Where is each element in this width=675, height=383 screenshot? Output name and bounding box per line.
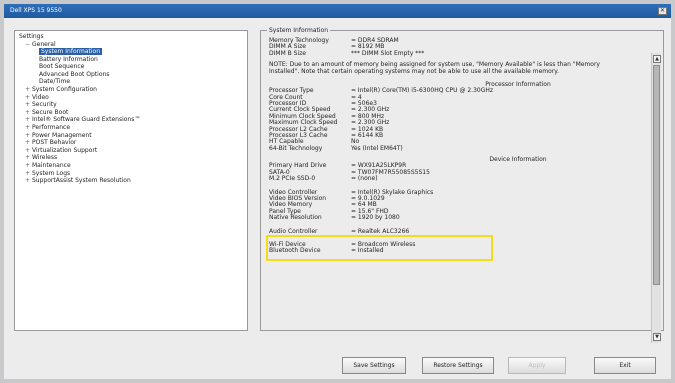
tree-item-label: Virtualization Support [32, 146, 98, 154]
tree-item-label: POST Behavior [32, 139, 77, 147]
tree-item[interactable]: + System Configuration [19, 86, 243, 94]
tree-item[interactable]: + Power Management [19, 132, 243, 140]
expand-icon[interactable]: + [25, 162, 32, 170]
info-key: DIMM B Size [269, 49, 306, 57]
save-settings-button[interactable]: Save Settings [342, 357, 406, 374]
expand-icon[interactable]: + [25, 101, 32, 109]
info-key: M.2 PCIe SSD-0 [269, 175, 316, 183]
scroll-down-icon[interactable]: ▼ [653, 333, 661, 341]
info-row: M.2 PCIe SSD-0 = (none) [269, 175, 647, 183]
tree-item-label: System Configuration [32, 86, 97, 94]
tree-item-label: Maintenance [32, 162, 71, 169]
tree-item[interactable]: + Performance [19, 124, 243, 132]
tree-item-label: Performance [32, 124, 71, 132]
tree-item[interactable]: Date/Time [19, 78, 243, 86]
system-information-panel: System Information Memory Technology = DD… [260, 27, 664, 343]
info-value: = Installed [351, 247, 384, 255]
info-value: = Realtek ALC3266 [351, 227, 410, 235]
tree-item[interactable]: − General [19, 41, 243, 49]
info-key: Bluetooth Device [269, 247, 321, 255]
tree-item[interactable]: + Intel® Software Guard Extensions™ [19, 116, 243, 124]
tree-item-label: Video [32, 93, 49, 101]
apply-button[interactable]: Apply [508, 357, 566, 374]
tree-item[interactable]: + Secure Boot [19, 109, 243, 117]
info-row: DIMM B Size *** DIMM Slot Empty *** [269, 49, 647, 57]
tree-item-label: Wireless [32, 154, 58, 162]
bios-screen: Settings − General System Information Batte… [4, 18, 671, 379]
vertical-scrollbar[interactable]: ▲ ▼ [651, 53, 661, 343]
tree-item-label: General [32, 40, 56, 48]
scroll-thumb[interactable] [653, 65, 660, 285]
window-title-bar: Dell XPS 15 9550 ✕ [4, 4, 671, 18]
tree-item[interactable]: Advanced Boot Options [19, 71, 243, 79]
tree-item[interactable]: + Security [19, 101, 243, 109]
expand-icon[interactable]: + [25, 124, 32, 132]
info-value: *** DIMM Slot Empty *** [351, 49, 425, 57]
collapse-icon[interactable]: − [25, 41, 32, 49]
expand-icon[interactable]: + [25, 132, 32, 140]
tree-item[interactable]: Battery Information [19, 56, 243, 64]
info-row: 64-Bit Technology Yes (Intel EM64T) [269, 144, 647, 152]
tree-item[interactable]: + POST Behavior [19, 139, 243, 147]
info-key: 64-Bit Technology [269, 144, 323, 152]
info-key: Audio Controller [269, 227, 318, 235]
restore-settings-button[interactable]: Restore Settings [422, 357, 494, 374]
tree-item-label: Boot Sequence [39, 63, 85, 71]
info-row: Native Resolution = 1920 by 1080 [269, 214, 647, 222]
tree-item-label: System Logs [32, 169, 71, 177]
tree-root-label: Settings [19, 33, 44, 40]
scroll-up-icon[interactable]: ▲ [653, 55, 661, 63]
info-value: = (none) [351, 175, 378, 183]
tree-item-label: Power Management [32, 131, 92, 139]
expand-icon[interactable]: + [25, 94, 32, 102]
tree-item[interactable]: System Information [19, 48, 243, 56]
expand-icon[interactable]: + [25, 177, 32, 185]
close-icon[interactable]: ✕ [658, 7, 667, 15]
tree-item-label: Intel® Software Guard Extensions™ [32, 116, 141, 124]
tree-item[interactable]: Boot Sequence [19, 63, 243, 71]
expand-icon[interactable]: + [25, 86, 32, 94]
tree-item[interactable]: + Video [19, 94, 243, 102]
tree-item[interactable]: + Virtualization Support [19, 147, 243, 155]
tree-item-label: Secure Boot [32, 108, 69, 116]
window-title: Dell XPS 15 9550 [10, 7, 62, 14]
expand-icon[interactable]: + [25, 154, 32, 162]
settings-tree: Settings − General System Information Batte… [14, 30, 248, 331]
expand-icon[interactable]: + [25, 139, 32, 147]
tree-item-label: Security [32, 101, 57, 109]
info-value: Yes (Intel EM64T) [351, 144, 403, 152]
tree-item-label: SupportAssist System Resolution [32, 177, 131, 185]
tree-item-label: Date/Time [39, 78, 71, 86]
expand-icon[interactable]: + [25, 116, 32, 124]
tree-item-label: System Information [39, 48, 103, 56]
expand-icon[interactable]: + [25, 170, 32, 178]
tree-item[interactable]: + SupportAssist System Resolution [19, 177, 243, 185]
tree-item-label: Advanced Boot Options [39, 70, 110, 78]
expand-icon[interactable]: + [25, 147, 32, 155]
exit-button[interactable]: Exit [594, 357, 656, 374]
info-row: Audio Controller = Realtek ALC3266 [269, 227, 647, 235]
tree-item[interactable]: + Wireless [19, 154, 243, 162]
panel-title: System Information [267, 27, 331, 34]
info-row: Bluetooth Device = Installed [269, 247, 647, 255]
info-value: = 1920 by 1080 [351, 214, 400, 222]
expand-icon[interactable]: + [25, 109, 32, 117]
info-key: Native Resolution [269, 214, 322, 222]
tree-item[interactable]: + System Logs [19, 170, 243, 178]
tree-item-label: Battery Information [39, 55, 98, 63]
memory-note: NOTE: Due to an amount of memory being a… [269, 61, 600, 76]
info-content: Memory Technology = DDR4 SDRAM DIMM A Size… [263, 35, 653, 327]
tree-item[interactable]: + Maintenance [19, 162, 243, 170]
